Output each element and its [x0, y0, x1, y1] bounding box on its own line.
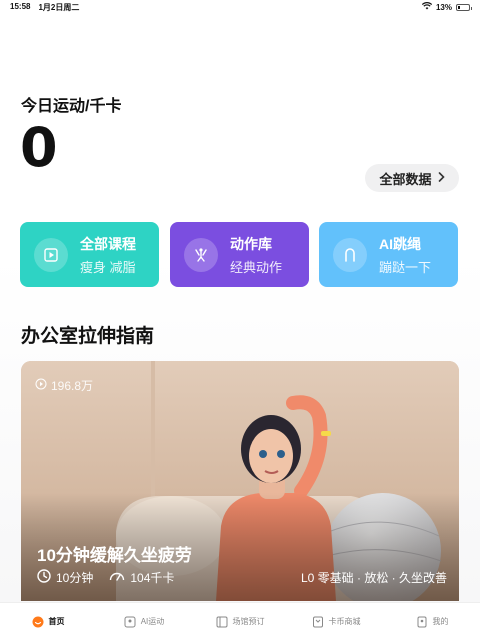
play-circle-icon	[35, 378, 47, 393]
battery-icon	[456, 3, 472, 11]
video-meta: 10分钟 104千卡 L0 零基础 · 放松 · 久坐改善	[37, 569, 447, 586]
view-count: 196.8万	[35, 377, 93, 394]
all-data-button[interactable]: 全部数据	[365, 164, 459, 192]
card-title: 动作库	[230, 235, 272, 252]
status-time: 15:58	[10, 1, 31, 11]
action-library-card[interactable]: 动作库 经典动作	[170, 222, 309, 287]
card-title: 全部课程	[80, 235, 136, 252]
tab-label: AI运动	[140, 617, 165, 626]
status-right: 13%	[421, 2, 472, 12]
wifi-icon	[421, 2, 433, 12]
video-level: L0 零基础 · 放松 · 久坐改善	[300, 571, 447, 585]
tab-shop[interactable]: 卡币商城	[288, 616, 384, 628]
tab-label: 卡币商城	[328, 617, 361, 626]
home-icon	[32, 616, 44, 628]
status-left: 15:58 1月2日周二	[10, 2, 79, 13]
video-duration: 10分钟	[56, 571, 94, 585]
all-data-label: 全部数据	[379, 171, 432, 187]
venue-icon	[216, 616, 228, 628]
view-count-text: 196.8万	[51, 379, 94, 393]
card-title: AI跳绳	[379, 235, 421, 252]
card-subtitle: 蹦跶一下	[379, 259, 432, 275]
tab-profile[interactable]: 我的	[384, 616, 480, 628]
tab-venue[interactable]: 场馆预订	[192, 616, 288, 628]
video-title: 10分钟缓解久坐疲劳	[37, 546, 192, 565]
video-card[interactable]: 196.8万 10分钟缓解久坐疲劳 10分钟 104千卡 L0 零基础 · 放松…	[21, 361, 459, 601]
stretch-icon	[184, 237, 218, 272]
tab-label: 我的	[432, 617, 449, 626]
tab-ai-sport[interactable]: AI运动	[96, 616, 192, 628]
video-calories: 104千卡	[130, 571, 175, 585]
tab-label: 场馆预订	[232, 617, 265, 626]
card-subtitle: 经典动作	[230, 259, 283, 275]
gauge-icon	[109, 570, 125, 585]
status-date: 1月2日周二	[38, 2, 80, 12]
ai-sport-icon	[124, 616, 136, 628]
today-label: 今日运动/千卡	[21, 98, 122, 115]
clock-icon	[37, 569, 51, 586]
all-courses-card[interactable]: 全部课程 瘦身 减脂	[20, 222, 159, 287]
today-calories-value: 0	[20, 116, 58, 179]
chevron-right-icon	[438, 171, 445, 185]
jump-rope-icon	[333, 237, 367, 272]
ai-jump-rope-card[interactable]: AI跳绳 蹦跶一下	[319, 222, 458, 287]
shop-icon	[312, 616, 324, 628]
tab-home[interactable]: 首页	[0, 616, 96, 628]
profile-icon	[416, 616, 428, 628]
tab-bar: 首页 AI运动 场馆预订 卡币商城 我的	[0, 602, 480, 640]
card-subtitle: 瘦身 减脂	[80, 259, 136, 275]
section-title: 办公室拉伸指南	[21, 326, 155, 347]
status-bar: 15:58 1月2日周二 13%	[0, 0, 480, 14]
play-icon	[34, 237, 68, 272]
battery-percent: 13%	[435, 2, 452, 12]
tab-label: 首页	[48, 617, 65, 626]
